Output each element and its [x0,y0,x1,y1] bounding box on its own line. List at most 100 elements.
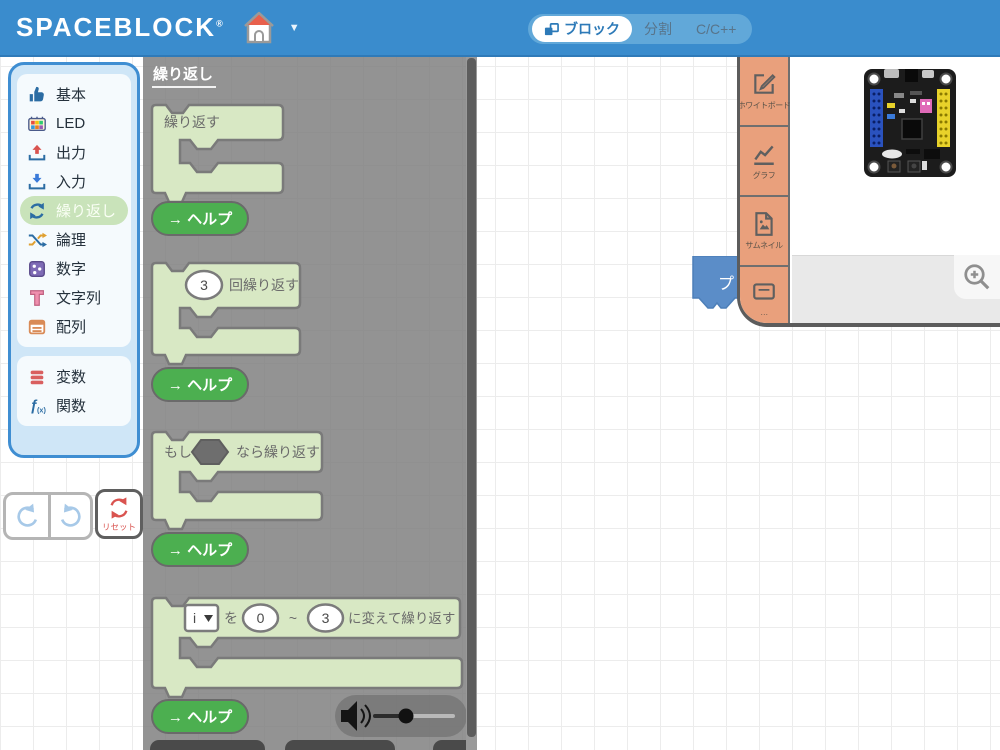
sidebar-item-input[interactable]: 入力 [17,167,131,196]
app-logo: SPACEBLOCK® [16,12,223,42]
more-icon [753,283,775,300]
view-mode-tabs: ブロック 分割 C/C++ [528,14,753,44]
tilde-label: ~ [289,610,297,626]
sidebar-item-label: 変数 [56,369,87,386]
block-label: 繰り返す [164,114,220,130]
svg-text:(x): (x) [37,405,46,414]
redo-button[interactable] [48,495,90,537]
flyout-scrollbar-thumb[interactable] [467,58,476,738]
sidebar-item-label: 数字 [56,261,87,278]
block-repeat-times[interactable]: 3 回繰り返す [150,261,302,366]
flyout-blocks-canvas: 繰り返す → ヘルプ 3 回繰り返す → ヘルプ もし なら繰り返す → ヘルプ… [150,103,477,750]
reset-icon [110,496,128,519]
category-group-main: 基本 LED 出力 入力 繰り返し 論理 数字 文字列 配列 [17,74,131,347]
block-mode-icon [544,22,559,35]
number-dice-icon [29,260,45,277]
help-label: → ヘルプ [168,377,233,394]
sidebar-item-repeat[interactable]: 繰り返し [20,196,128,225]
category-group-custom: 変数 ƒ (x) 関数 [17,356,131,426]
sidebar-item-string[interactable]: 文字列 [17,283,131,312]
thumbnail-button[interactable]: サムネイル [740,197,788,267]
partial-block-stub[interactable] [150,740,265,750]
sidebar-item-label: 出力 [56,145,87,162]
sidebar-item-label: 配列 [56,319,87,336]
sidebar-item-label: 繰り返し [56,203,117,220]
to-value: 3 [322,610,330,626]
tab-cpp[interactable]: C/C++ [684,21,748,37]
block-label-post: に変えて繰り返す [348,610,455,626]
output-tray-icon [28,144,46,160]
help-button-repeat-for[interactable]: → ヘルプ [151,699,249,734]
thumbnail-icon [755,212,773,236]
program-tab[interactable]: プ [692,256,742,316]
whiteboard-icon [754,73,776,94]
home-dropdown-caret[interactable]: ▼ [289,22,300,34]
sidebar-item-label: 論理 [56,232,87,249]
variables-icon [30,370,44,384]
graph-button[interactable]: グラフ [740,127,788,197]
array-table-icon [28,319,46,334]
help-button-repeat-forever[interactable]: → ヘルプ [151,201,249,236]
sidebar-item-variables[interactable]: 変数 [17,362,131,391]
sidebar-item-label: 文字列 [56,290,102,307]
string-t-icon [30,289,44,306]
block-repeat-while[interactable]: もし なら繰り返す [150,430,324,531]
home-icon [243,11,274,43]
volume-slider-thumb[interactable] [398,708,414,724]
panel-toolbar: ホワイトボード グラフ サムネイル … [740,57,791,323]
preview-panel: ホワイトボード グラフ サムネイル … [737,57,1000,327]
board-image [864,69,956,177]
help-button-repeat-while[interactable]: → ヘルプ [151,532,249,567]
zoom-in-button[interactable] [954,255,1000,299]
sidebar-item-basic[interactable]: 基本 [17,80,131,109]
partial-block-stub[interactable] [285,740,395,750]
sidebar-item-output[interactable]: 出力 [17,138,131,167]
variable-dropdown[interactable] [183,603,220,633]
number-field-value: 3 [200,277,208,293]
home-button[interactable] [237,7,281,49]
logic-shuffle-icon [28,232,47,247]
reset-label: リセット [101,521,136,532]
category-sidebar: 基本 LED 出力 入力 繰り返し 論理 数字 文字列 配列 変数 ƒ (x) … [8,62,140,458]
sidebar-item-label: LED [56,115,86,132]
program-tab-label: プ [718,275,734,293]
undo-button[interactable] [6,495,48,537]
sidebar-item-label: 基本 [56,87,87,104]
sidebar-item-functions[interactable]: ƒ (x) 関数 [17,391,131,420]
block-repeat-for[interactable]: i を 0 ~ 3 に変えて繰り返す [150,596,464,699]
repeat-icon [30,202,44,219]
reset-button[interactable]: リセット [95,489,143,539]
condition-slot[interactable] [190,439,230,465]
tab-block[interactable]: ブロック [532,16,632,42]
redo-icon [60,503,81,527]
thumbnail-label: サムネイル [745,241,783,250]
help-label: → ヘルプ [168,211,233,228]
zoom-in-icon [964,264,990,290]
sidebar-item-number[interactable]: 数字 [17,254,131,283]
from-value: 0 [257,610,265,626]
flyout-scrollbar[interactable] [466,57,477,750]
particle-wo: を [224,610,238,626]
led-matrix-icon [28,116,46,131]
graph-icon [754,145,774,165]
block-label-pre: もし [164,444,192,460]
volume-control[interactable] [335,695,467,737]
block-repeat-forever[interactable]: 繰り返す [150,103,285,204]
whiteboard-button[interactable]: ホワイトボード [740,57,791,127]
undo-icon [17,503,38,527]
sidebar-item-label: 関数 [56,398,87,415]
app-header: SPACEBLOCK® ▼ ブロック 分割 C/C++ [0,0,1000,57]
trademark: ® [216,18,223,29]
input-tray-icon [28,173,46,189]
sidebar-item-logic[interactable]: 論理 [17,225,131,254]
sidebar-item-array[interactable]: 配列 [17,312,131,341]
function-icon: ƒ (x) [30,398,47,414]
help-label: → ヘルプ [168,709,233,726]
variable-name: i [193,610,196,626]
graph-label: グラフ [752,171,776,180]
sidebar-item-led[interactable]: LED [17,109,131,138]
more-button[interactable]: … [740,267,788,323]
block-label: 回繰り返す [229,277,299,293]
tab-split[interactable]: 分割 [632,19,684,39]
help-button-repeat-times[interactable]: → ヘルプ [151,367,249,402]
